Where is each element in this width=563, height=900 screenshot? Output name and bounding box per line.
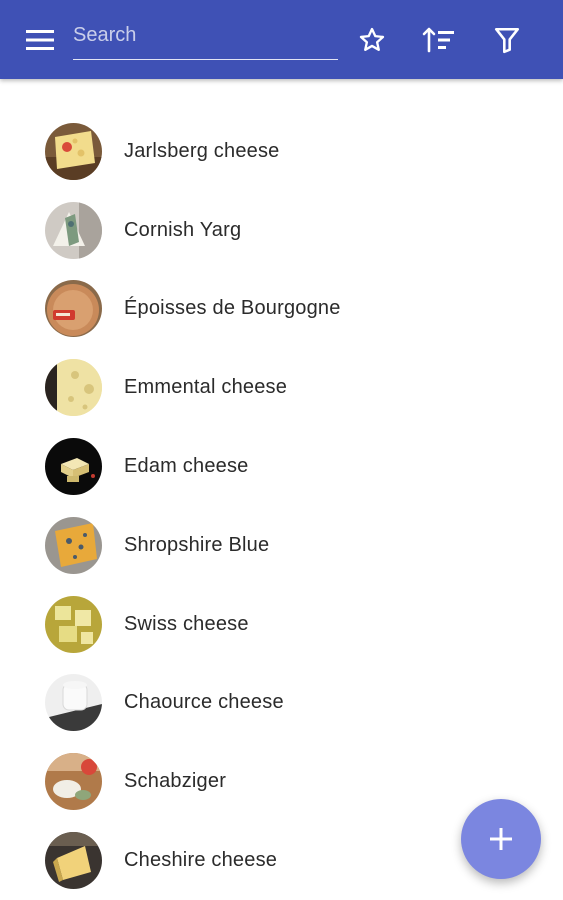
menu-icon bbox=[26, 30, 54, 50]
search-field bbox=[73, 16, 338, 60]
jarlsberg-thumbnail bbox=[45, 122, 102, 180]
sort-button[interactable] bbox=[419, 20, 459, 60]
cheshire-thumbnail bbox=[45, 832, 102, 890]
item-label: Cheshire cheese bbox=[124, 849, 278, 872]
list-item-shropshire-blue[interactable]: Shropshire Blue bbox=[0, 506, 563, 585]
list-item-emmental[interactable]: Emmental cheese bbox=[0, 348, 563, 427]
plus-icon bbox=[490, 828, 512, 850]
add-button[interactable] bbox=[461, 799, 541, 879]
search-input[interactable] bbox=[73, 16, 338, 54]
menu-button[interactable] bbox=[18, 22, 62, 58]
list-item-swiss-cheese[interactable]: Swiss cheese bbox=[0, 585, 563, 664]
emmental-thumbnail bbox=[45, 359, 102, 417]
star-outline-icon bbox=[359, 27, 385, 51]
list-item-jarlsberg[interactable]: Jarlsberg cheese bbox=[0, 112, 563, 191]
item-label: Shropshire Blue bbox=[124, 533, 270, 556]
favorites-button[interactable] bbox=[352, 20, 392, 60]
filter-icon bbox=[494, 27, 520, 54]
list-item-edam[interactable]: Edam cheese bbox=[0, 427, 563, 506]
chaource-thumbnail bbox=[45, 674, 102, 732]
item-label: Emmental cheese bbox=[124, 376, 288, 399]
item-label: Époisses de Bourgogne bbox=[124, 297, 341, 320]
item-label: Swiss cheese bbox=[124, 612, 249, 635]
item-label: Jarlsberg cheese bbox=[124, 139, 280, 162]
item-label: Cornish Yarg bbox=[124, 218, 242, 241]
list-item-chaource[interactable]: Chaource cheese bbox=[0, 664, 563, 743]
edam-thumbnail bbox=[45, 438, 102, 496]
cheese-list: Jarlsberg cheese Cornish Yarg Époisses d… bbox=[0, 79, 563, 900]
sort-icon bbox=[422, 27, 454, 53]
list-item-epoisses[interactable]: Époisses de Bourgogne bbox=[0, 270, 563, 349]
top-app-bar bbox=[0, 0, 563, 79]
app-screen: Jarlsberg cheese Cornish Yarg bbox=[0, 0, 563, 900]
list-item-cornish-yarg[interactable]: Cornish Yarg bbox=[0, 191, 563, 270]
item-label: Edam cheese bbox=[124, 455, 249, 478]
item-label: Schabziger bbox=[124, 770, 227, 793]
filter-button[interactable] bbox=[487, 20, 527, 60]
item-label: Chaource cheese bbox=[124, 691, 284, 714]
epoisses-thumbnail bbox=[45, 280, 102, 338]
swiss-cheese-thumbnail bbox=[45, 595, 102, 653]
schabziger-thumbnail bbox=[45, 753, 102, 811]
cornish-yarg-thumbnail bbox=[45, 201, 102, 259]
shropshire-blue-thumbnail bbox=[45, 516, 102, 574]
